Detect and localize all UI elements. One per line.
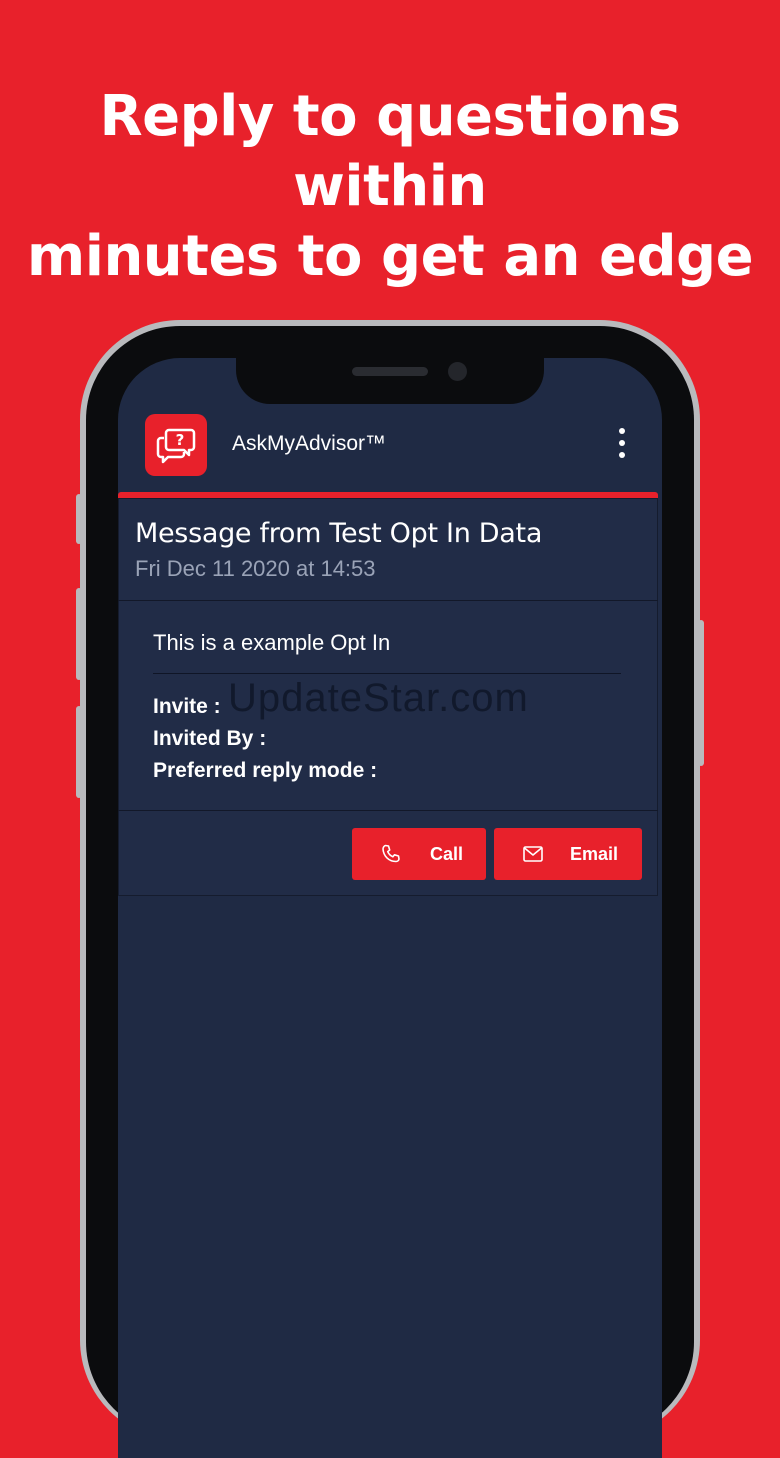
- divider: [118, 810, 658, 811]
- message-body: This is a example Opt In: [153, 630, 391, 655]
- more-vert-icon[interactable]: [612, 428, 632, 462]
- field-preferred-reply-mode: Preferred reply mode :: [153, 759, 378, 782]
- phone-notch: [236, 354, 544, 404]
- headline-line-2: minutes to get an edge: [26, 224, 754, 289]
- mail-icon: [521, 842, 545, 866]
- front-camera: [448, 362, 467, 381]
- phone-icon: [379, 842, 403, 866]
- field-invited-by: Invited By :: [153, 727, 267, 750]
- call-button-label: Call: [430, 843, 464, 864]
- email-button-label: Email: [570, 843, 619, 864]
- svg-text:?: ?: [176, 431, 185, 449]
- headline-line-1: Reply to questions within: [99, 84, 681, 219]
- app-title: AskMyAdvisor™: [232, 432, 387, 455]
- watermark: UpdateStar.com: [228, 676, 529, 720]
- message-title: Message from Test Opt In Data: [135, 518, 543, 549]
- headline: Reply to questions within minutes to get…: [0, 82, 780, 292]
- chat-question-icon: ?: [145, 414, 207, 476]
- field-invite: Invite :: [153, 695, 221, 718]
- divider: [118, 600, 658, 601]
- divider: [153, 673, 621, 674]
- email-button[interactable]: Email: [494, 828, 642, 880]
- speaker-grille: [352, 367, 428, 376]
- call-button[interactable]: Call: [352, 828, 486, 880]
- message-date: Fri Dec 11 2020 at 14:53: [135, 556, 376, 581]
